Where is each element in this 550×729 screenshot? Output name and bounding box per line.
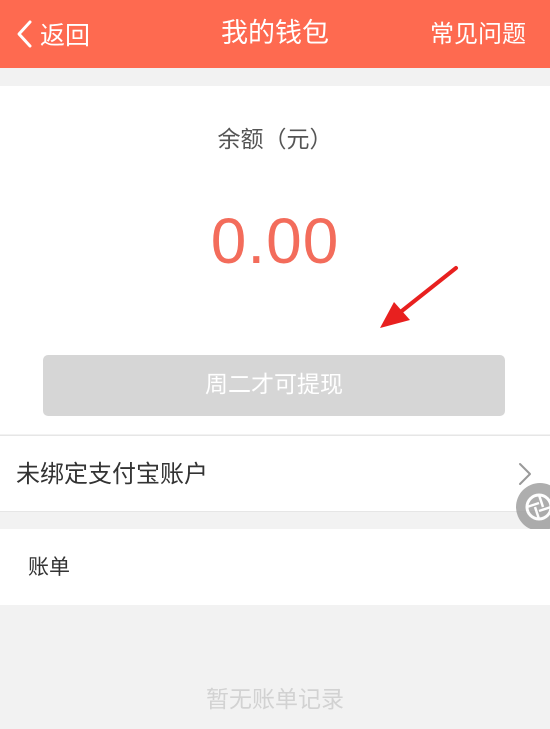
balance-label: 余额（元） [217,127,333,153]
bind-alipay-row[interactable]: 未绑定支付宝账户 [0,435,550,512]
balance-amount: 0.00 [210,205,340,277]
bill-section-header: 账单 [0,529,550,605]
faq-button[interactable]: 常见问题 [430,14,526,54]
aperture-icon [525,493,550,521]
red-arrow-icon [380,266,458,328]
alipay-status-label: 未绑定支付宝账户 [16,460,208,488]
chevron-right-icon [519,463,531,485]
balance-card: 余额（元） 0.00 周二才可提现 [0,86,550,434]
withdraw-button[interactable]: 周二才可提现 [43,355,505,416]
top-nav-bar: 返回 我的钱包 常见问题 [0,0,550,68]
bill-label: 账单 [28,555,70,579]
empty-bill-message: 暂无账单记录 [206,687,344,713]
floating-assistive-ball[interactable] [516,483,550,531]
